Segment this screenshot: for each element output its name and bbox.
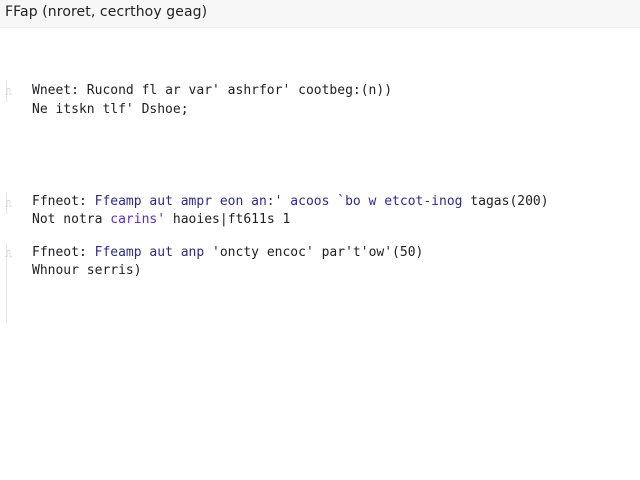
log-entry-line: Wneet: Rucond fl ar var' ashrfor' cootbe…: [32, 82, 392, 100]
log-entry-detail: Ne itskn tlf' Dshoe;: [32, 101, 189, 119]
log-entry-line: Ffneot: Ffeamp aut ampr eon an:' acoos `…: [32, 193, 549, 211]
app-window: FFap (nroret, cecrthoy geag) ⎍ ⎍ ⎍ Wneet…: [0, 0, 640, 480]
log-detail: Not notra: [32, 212, 103, 227]
log-message: Rucond fl ar var' ashrfor' cootbeg:(n)): [86, 83, 393, 98]
log-entry-detail: Not notra carins' haoies|ft611s 1: [32, 211, 290, 229]
log-highlight: Ffeamp aut ampr eon an:' acoos `bo w etc…: [94, 194, 463, 209]
log-entry-line: Ffneot: Ffeamp aut anp 'oncty encoc' par…: [32, 244, 423, 262]
gutter-fold-icon[interactable]: ⎍: [5, 88, 12, 98]
log-label: Ffneot:: [32, 245, 95, 260]
log-highlight: Ffeamp aut anp: [94, 245, 205, 260]
log-message: 'oncty encoc' par't'ow'(50): [204, 245, 424, 260]
log-view[interactable]: ⎍ ⎍ ⎍ Wneet: Rucond fl ar var' ashrfor' …: [0, 28, 640, 480]
gutter-fold-icon[interactable]: ⎍: [5, 200, 12, 210]
title-bar: FFap (nroret, cecrthoy geag): [0, 0, 640, 28]
log-detail: haoies|ft611s 1: [165, 212, 291, 227]
log-entry-detail: Whnour serris): [32, 262, 142, 280]
log-detail: Whnour serris): [32, 263, 142, 278]
log-highlight: carins': [102, 212, 166, 227]
log-label: Wneet:: [32, 83, 87, 98]
gutter-fold-icon[interactable]: ⎍: [5, 250, 12, 260]
log-message: tagas(200): [462, 194, 549, 209]
log-label: Ffneot:: [32, 194, 95, 209]
log-detail: Ne itskn tlf' Dshoe;: [32, 102, 189, 117]
window-title: FFap (nroret, cecrthoy geag): [5, 4, 208, 20]
